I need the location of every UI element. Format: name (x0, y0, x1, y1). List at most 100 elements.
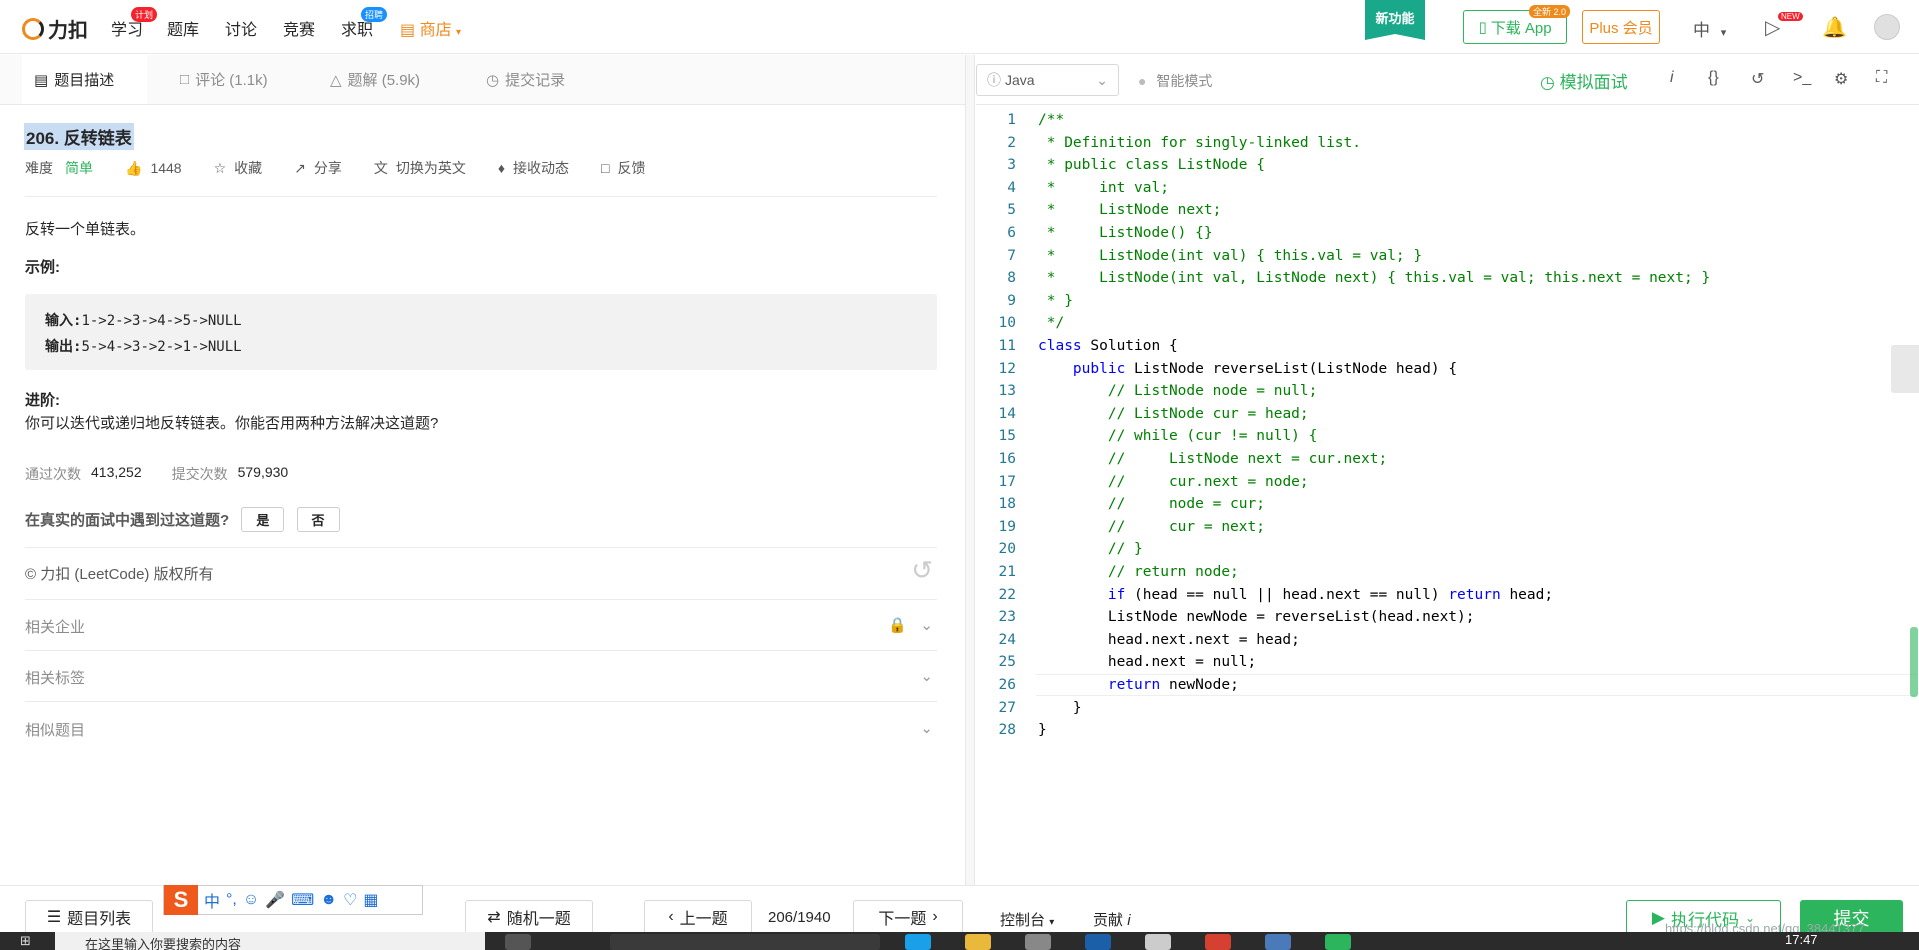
section-tags[interactable]: 相关标签 ⌄ (25, 667, 937, 688)
interview-question-label: 在真实的面试中遇到过这道题? (25, 512, 230, 529)
console-label: 控制台 (1000, 912, 1046, 929)
new-feature-ribbon[interactable]: 新功能 (1365, 0, 1425, 40)
avatar[interactable] (1874, 14, 1900, 40)
bell-icon[interactable]: 🔔 (1822, 15, 1847, 40)
code-text: // cur.next = node; (1038, 471, 1309, 494)
input-value: 1->2->3->4->5->NULL (81, 313, 242, 329)
code-token: // while (cur != null) { (1107, 428, 1318, 445)
app-icon[interactable] (1265, 934, 1291, 950)
fullscreen-icon[interactable]: ⛶ (1876, 69, 1887, 87)
tab-submissions[interactable]: ◷ 提交记录 (474, 55, 577, 104)
info-icon[interactable]: i (1670, 69, 1674, 87)
language-switcher[interactable]: 中 ▾ (1693, 16, 1726, 41)
tab-description[interactable]: ▤ 题目描述 (22, 55, 147, 104)
code-token: ListNode reverseList(ListNode head) { (1125, 360, 1458, 377)
yes-button[interactable]: 是 (241, 507, 285, 532)
translate-button[interactable]: 文切换为英文 (374, 158, 466, 178)
nav-item-jobs[interactable]: 求职 招聘 (341, 7, 388, 40)
code-text: head.next.next = head; (1038, 629, 1300, 652)
settings-icon[interactable]: ⚙ (1834, 69, 1848, 89)
code-text: // node = cur; (1038, 493, 1265, 516)
nav-item-problems[interactable]: 题库 (167, 16, 199, 40)
language-select[interactable]: ⓘ Java ⌄ (976, 64, 1119, 96)
microphone-icon[interactable]: 🎤 (265, 890, 285, 910)
problem-list-button[interactable]: ☰ 题目列表 (25, 900, 153, 934)
translate-label: 切换为英文 (395, 160, 466, 176)
keyboard-icon[interactable]: ⌨ (291, 890, 314, 910)
line-number: 9 (1007, 292, 1016, 309)
chrome-icon[interactable] (1205, 934, 1231, 950)
scrollbar-thumb[interactable] (1910, 627, 1918, 697)
submissions-value: 579,930 (237, 464, 289, 480)
nav-item-discuss[interactable]: 讨论 (225, 16, 257, 40)
favorite-button[interactable]: ☆ 收藏 (214, 158, 263, 178)
apps-grid-icon[interactable]: ▦ (363, 890, 378, 910)
cortana-icon[interactable] (505, 934, 531, 950)
windows-start-icon[interactable]: ⊞ (20, 933, 31, 949)
pane-splitter[interactable] (965, 55, 975, 885)
sogou-logo-icon[interactable]: S (164, 885, 198, 915)
nav-item-study[interactable]: 学习 计划 (111, 7, 158, 40)
section-label: 相似题目 (25, 722, 86, 739)
taskbar-search[interactable]: 在这里输入你要搜索的内容 (55, 932, 485, 950)
nav-item-contest[interactable]: 竞赛 (283, 16, 315, 40)
console-toggle[interactable]: 控制台 ▾ (1000, 909, 1054, 930)
braces-icon[interactable]: {} (1708, 69, 1719, 87)
mail-icon[interactable] (1085, 934, 1111, 950)
random-problem-button[interactable]: ⇄ 随机一题 (465, 900, 593, 934)
line-number: 21 (998, 564, 1016, 580)
ime-toolbar: S 中 °, ☺ 🎤 ⌨ ☻ ♡ ▦ (163, 885, 423, 915)
list-icon: ☰ (46, 909, 62, 926)
plus-member-button[interactable]: Plus 会员 (1582, 10, 1660, 44)
section-similar[interactable]: 相似题目 ⌄ (25, 719, 937, 740)
edge-icon[interactable] (905, 934, 931, 950)
code-text: * ListNode() {} (1038, 222, 1213, 245)
share-button[interactable]: ↗ 分享 (294, 158, 342, 178)
prev-problem-button[interactable]: ‹ 上一题 (644, 900, 752, 934)
code-token: (head == null || head.next == null) (1125, 586, 1449, 603)
chevron-down-icon: ▾ (456, 27, 462, 38)
tab-label: 题解 (5.9k) (347, 72, 421, 89)
download-app-button[interactable]: ▯ 下载 App 全新 2.0 (1463, 5, 1570, 44)
problem-description: 反转一个单链表。 (25, 221, 146, 238)
user-icon[interactable]: ☻ (320, 891, 337, 909)
section-companies[interactable]: 相关企业 🔒 ⌄ (25, 616, 937, 637)
code-token: ListNode newNode = reverseList(head.next… (1038, 609, 1475, 626)
browser-task[interactable] (610, 934, 880, 950)
code-text: // ListNode next = cur.next; (1038, 448, 1387, 471)
mock-interview-button[interactable]: ◷ 模拟面试 (1540, 68, 1628, 93)
next-problem-button[interactable]: 下一题 › (853, 900, 963, 934)
punctuation-icon[interactable]: °, (226, 891, 237, 909)
folder-icon[interactable] (965, 934, 991, 950)
emoji-icon[interactable]: ☺ (243, 891, 259, 909)
smart-mode-toggle[interactable]: ● 智能模式 (1138, 71, 1212, 91)
code-editor[interactable]: 1 /** 2 * Definition for singly-linked lis… (976, 105, 1919, 885)
feedback-button[interactable]: □ 反馈 (601, 158, 645, 178)
logo[interactable]: 力扣 (22, 14, 88, 43)
reset-icon[interactable]: ↺ (1751, 69, 1764, 89)
like-button[interactable]: 👍 1448 (125, 160, 182, 177)
store-icon[interactable] (1025, 934, 1051, 950)
line-number: 25 (998, 654, 1016, 671)
skin-icon[interactable]: ♡ (343, 890, 357, 910)
prev-label: 上一题 (679, 911, 728, 928)
notepad-icon[interactable] (1145, 934, 1171, 950)
subscribe-button[interactable]: ♦ 接收动态 (498, 158, 569, 178)
terminal-icon[interactable]: >_ (1793, 69, 1811, 87)
no-button[interactable]: 否 (296, 507, 340, 532)
interview-question: 在真实的面试中遇到过这道题? 是 否 (25, 507, 937, 532)
tab-comments[interactable]: □ 评论 (1.1k) (168, 55, 280, 104)
wechat-icon[interactable] (1325, 934, 1351, 950)
code-token: // ListNode next = cur.next; (1107, 451, 1388, 467)
code-token: * Definition for singly-linked list. (1038, 134, 1362, 151)
mock-interview-label: 模拟面试 (1559, 73, 1628, 92)
code-token: if (1107, 586, 1126, 603)
contribute-button[interactable]: 贡献 i (1093, 909, 1131, 930)
side-panel-tab[interactable] (1891, 345, 1919, 393)
nav-item-shop[interactable]: ▤ 商店 ▾ (400, 16, 461, 40)
line-number: 20 (998, 541, 1016, 558)
ime-mode[interactable]: 中 (204, 888, 220, 912)
tab-solutions[interactable]: △ 题解 (5.9k) (318, 55, 432, 104)
